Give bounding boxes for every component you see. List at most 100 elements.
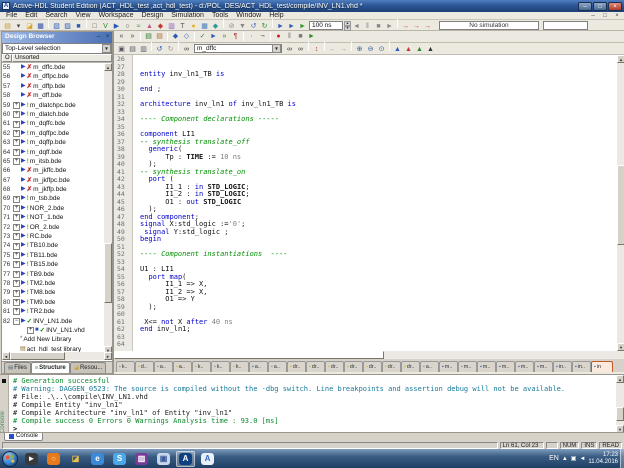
pause-button[interactable]: ‖: [362, 22, 373, 32]
taskbar-ie-icon[interactable]: e: [88, 451, 107, 467]
code-line[interactable]: end ;: [140, 86, 617, 94]
zoom-out-button[interactable]: ⊖: [365, 45, 376, 55]
trace-over-button[interactable]: →: [411, 22, 422, 32]
stop-compile-button[interactable]: ¶: [230, 32, 241, 42]
uncomment-button[interactable]: ▤: [154, 32, 165, 42]
document-tab[interactable]: ▪m..: [477, 361, 496, 372]
expander-icon[interactable]: +: [13, 243, 20, 250]
text-editor-button[interactable]: T: [177, 22, 188, 32]
code-line[interactable]: [140, 341, 617, 349]
tree-item[interactable]: 80+▶!TM9.bde: [2, 298, 112, 307]
code-line[interactable]: I1_2 => X,: [140, 289, 617, 297]
tree-item[interactable]: 65+▶!m_itsb.bde: [2, 157, 112, 166]
tree-item[interactable]: 66▶✗m_jkffc.bde: [2, 166, 112, 175]
document-tab[interactable]: ▪dr..: [382, 361, 401, 372]
check-syntax-button[interactable]: V: [100, 22, 111, 32]
expander-icon[interactable]: +: [27, 327, 34, 334]
scroll-right-icon[interactable]: ►: [104, 352, 112, 360]
run-until-button[interactable]: ▲: [425, 45, 436, 55]
tree-item[interactable]: 72+▶!OR_2.bde: [2, 223, 112, 232]
tree-item[interactable]: 75+▶!TB11.bde: [2, 251, 112, 260]
document-tab[interactable]: ▪dr..: [363, 361, 382, 372]
tree-item[interactable]: 71+▶!NOT_1.bde: [2, 213, 112, 222]
copy-button[interactable]: ▣: [116, 45, 127, 55]
search-input[interactable]: m_dffc: [195, 45, 272, 52]
code-line[interactable]: );: [140, 206, 617, 214]
code-line[interactable]: U1 : LI1: [140, 266, 617, 274]
show-desktop-button[interactable]: [620, 449, 624, 468]
tree-item[interactable]: 63+▶!m_dqffp.bde: [2, 138, 112, 147]
new-button[interactable]: ▤: [2, 22, 13, 32]
code-line[interactable]: I1_1 => X,: [140, 281, 617, 289]
expander-icon[interactable]: +: [13, 252, 20, 259]
tab-resou[interactable]: ◪Resou...: [70, 362, 107, 373]
step-over-button[interactable]: ▲: [403, 45, 414, 55]
code-line[interactable]: Tp : TIME := 10 ns: [140, 154, 617, 162]
expander-icon[interactable]: +: [13, 149, 20, 156]
code-line[interactable]: [140, 334, 617, 342]
scroll-down-icon[interactable]: ▼: [617, 343, 624, 351]
pause-macro-button[interactable]: ‖: [284, 32, 295, 42]
trace-out-button[interactable]: →: [422, 22, 433, 32]
expander-icon[interactable]: +: [13, 271, 20, 278]
tree-item[interactable]: 57▶✗m_dffp.bde: [2, 82, 112, 91]
back-button[interactable]: ←: [327, 45, 338, 55]
tab-console[interactable]: Console: [4, 433, 43, 441]
tree-vscroll-thumb[interactable]: [104, 243, 112, 303]
code-line[interactable]: ---- Component instantiations ----: [140, 251, 617, 259]
tree-item[interactable]: 73+▶!RC.bde: [2, 232, 112, 241]
end-simulation-button[interactable]: ⊘: [226, 22, 237, 32]
scroll-up-icon[interactable]: ▲: [104, 63, 112, 71]
document-tab[interactable]: ▪m..: [439, 361, 458, 372]
tree-item[interactable]: 60+▶!m_dlatch.bde: [2, 110, 112, 119]
document-tab[interactable]: ▪a..: [154, 361, 173, 372]
check-file-button[interactable]: ✓: [197, 32, 208, 42]
compile-all-button[interactable]: »: [219, 32, 230, 42]
restart-simulation-button[interactable]: ↺: [248, 22, 259, 32]
chevron-down-icon[interactable]: ▼: [272, 44, 281, 53]
scroll-up-icon[interactable]: ▲: [617, 55, 624, 63]
tip-button[interactable]: ●: [188, 22, 199, 32]
tree-item[interactable]: 69+▶!m_tsb.bde: [2, 194, 112, 203]
document-tab[interactable]: ▪a..: [173, 361, 192, 372]
goto-bookmark-button[interactable]: ◇: [181, 32, 192, 42]
code-line[interactable]: -- synthesis translate_on: [140, 169, 617, 177]
tree-item[interactable]: 82−▶✓INV_LN1.bde: [2, 317, 112, 326]
search-combo[interactable]: m_dffc ▼: [194, 44, 282, 53]
tree-item[interactable]: *Add New Library: [2, 335, 112, 344]
step-button[interactable]: ►: [384, 22, 395, 32]
expander-icon[interactable]: +: [13, 121, 20, 128]
tree-item[interactable]: 81+▶!TR2.bde: [2, 307, 112, 316]
expander-icon[interactable]: +: [13, 158, 20, 165]
tab-structure[interactable]: ≡Structure: [31, 362, 70, 373]
find-next-button[interactable]: ∞: [284, 45, 295, 55]
editor-vscroll-thumb[interactable]: [617, 165, 624, 245]
run-manager-button[interactable]: ↻: [259, 22, 270, 32]
run-for-button[interactable]: ►: [286, 22, 297, 32]
expander-icon[interactable]: +: [13, 139, 20, 146]
save-button[interactable]: ▦: [35, 22, 46, 32]
document-tab[interactable]: ▪a..: [249, 361, 268, 372]
tree-item[interactable]: 61+▶!m_dqffc.bde: [2, 119, 112, 128]
maximize-button[interactable]: □: [593, 2, 607, 11]
new-waveform-button[interactable]: ◆: [210, 22, 221, 32]
editor-hscroll-thumb[interactable]: [114, 351, 384, 359]
volume-icon[interactable]: ◄: [579, 456, 585, 462]
tree-item[interactable]: 68▶✗m_jkffp.bde: [2, 185, 112, 194]
open-design-button[interactable]: ▨: [62, 22, 73, 32]
tree-item[interactable]: 56▶✗m_dffpc.bde: [2, 72, 112, 81]
tab-files[interactable]: ▤Files: [4, 362, 31, 373]
tree-item[interactable]: 76+▶!TB15.bde: [2, 260, 112, 269]
code-editor[interactable]: entity inv_ln1_TB is end ; architecture …: [134, 55, 617, 351]
code-line[interactable]: port map(: [140, 274, 617, 282]
expander-icon[interactable]: +: [13, 280, 20, 287]
expander-icon[interactable]: +: [13, 102, 20, 109]
forward-button[interactable]: →: [338, 45, 349, 55]
close-button[interactable]: ×: [608, 2, 622, 11]
clock[interactable]: 17:23 11.04.2016: [588, 452, 618, 465]
document-tab[interactable]: ▪dr..: [401, 361, 420, 372]
paste-special-button[interactable]: ▥: [138, 45, 149, 55]
find-in-files-button[interactable]: ∞: [295, 45, 306, 55]
mdi-minimize-button[interactable]: –: [588, 13, 598, 19]
stop-button[interactable]: ■: [373, 22, 384, 32]
